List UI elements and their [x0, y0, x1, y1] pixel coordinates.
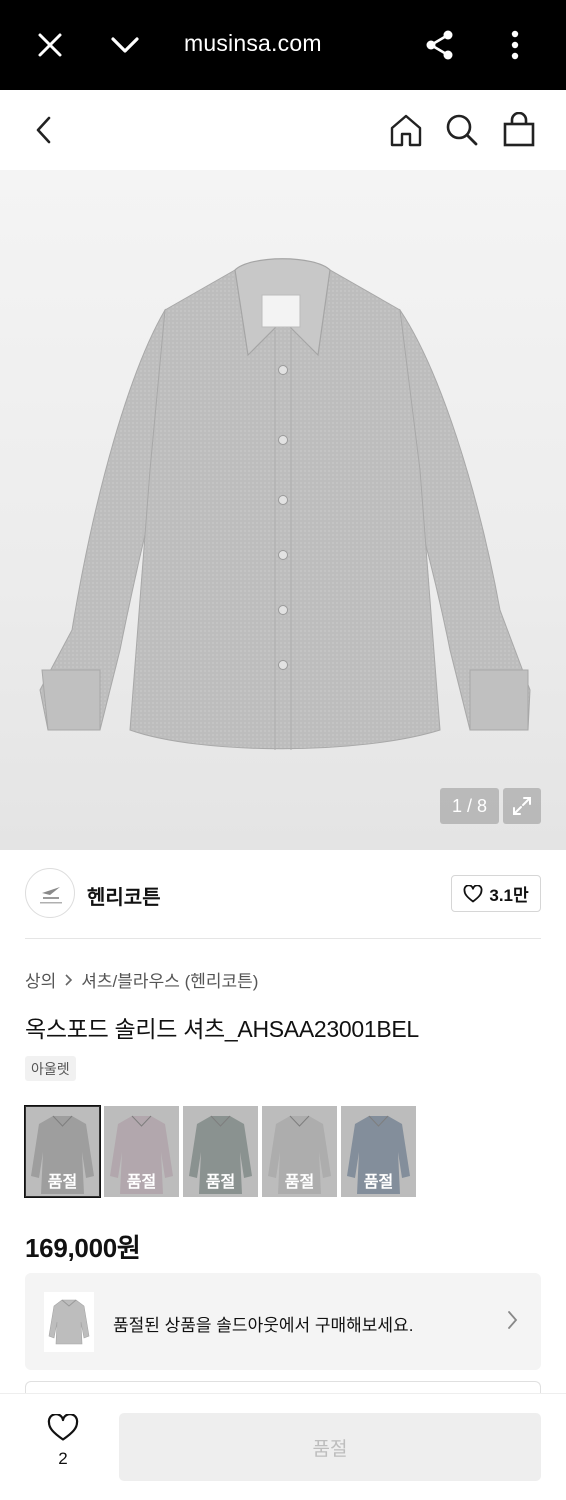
breadcrumb: 상의 셔츠/블라우스 (헨리코튼): [25, 967, 258, 992]
soldout-label: 품절: [47, 1174, 78, 1191]
brand-like-button[interactable]: 3.1만: [451, 875, 541, 912]
soldout-banner-message: 품절된 상품을 솔드아웃에서 구매해보세요.: [113, 1316, 414, 1335]
shirt-photo: [39, 258, 531, 750]
brand-like-count: 3.1만: [489, 886, 529, 905]
search-icon[interactable]: [442, 110, 482, 150]
color-option[interactable]: 품절: [341, 1106, 416, 1197]
expand-icon[interactable]: [503, 788, 541, 824]
breadcrumb-subcategory[interactable]: 셔츠/블라우스 (헨리코튼): [81, 967, 258, 992]
soldout-banner[interactable]: 품절된 상품을 솔드아웃에서 구매해보세요.: [25, 1273, 541, 1370]
chevron-right-icon: [508, 1311, 518, 1329]
browser-toolbar: musinsa.com: [0, 0, 566, 90]
share-icon[interactable]: [417, 22, 463, 68]
more-vertical-icon[interactable]: [492, 22, 538, 68]
color-option[interactable]: 품절: [262, 1106, 337, 1197]
soldout-button[interactable]: 품절: [119, 1413, 541, 1481]
chevron-down-icon[interactable]: [102, 22, 148, 68]
color-option[interactable]: 품절: [104, 1106, 179, 1197]
soldout-label: 품절: [284, 1174, 315, 1191]
product-price: 169,000원: [25, 1233, 141, 1263]
product-image[interactable]: [0, 170, 566, 850]
shopping-bag-icon[interactable]: [499, 110, 539, 150]
soldout-label: 품절: [205, 1174, 236, 1191]
color-option[interactable]: 품절: [183, 1106, 258, 1197]
brand-row[interactable]: 헨리코튼 3.1만: [25, 868, 541, 920]
product-title: 옥스포드 솔리드 셔츠_AHSAA23001BEL: [25, 1016, 419, 1042]
back-icon[interactable]: [24, 110, 64, 150]
brand-name[interactable]: 헨리코튼: [87, 881, 161, 910]
wishlist-button[interactable]: 2: [40, 1413, 86, 1469]
close-icon[interactable]: [27, 22, 73, 68]
chevron-right-icon: [65, 973, 73, 986]
heart-icon: [463, 884, 483, 902]
color-option[interactable]: 품절: [24, 1105, 101, 1198]
breadcrumb-category[interactable]: 상의: [25, 967, 56, 992]
home-icon[interactable]: [386, 110, 426, 150]
url-text[interactable]: musinsa.com: [184, 30, 322, 57]
brand-logo[interactable]: [25, 868, 75, 918]
heart-icon: [47, 1413, 79, 1441]
outlet-badge: 아울렛: [25, 1056, 76, 1081]
banner-product-thumbnail: [44, 1292, 94, 1352]
color-options: 품절 품절 품절 품절 품절: [24, 1105, 416, 1198]
soldout-label: 품절: [126, 1174, 157, 1191]
bottom-action-bar: 2 품절: [0, 1393, 566, 1500]
app-header: [0, 90, 566, 170]
image-counter: 1 / 8: [440, 788, 499, 824]
wishlist-count: 2: [58, 1449, 68, 1468]
divider: [25, 938, 541, 939]
soldout-label: 품절: [363, 1174, 394, 1191]
